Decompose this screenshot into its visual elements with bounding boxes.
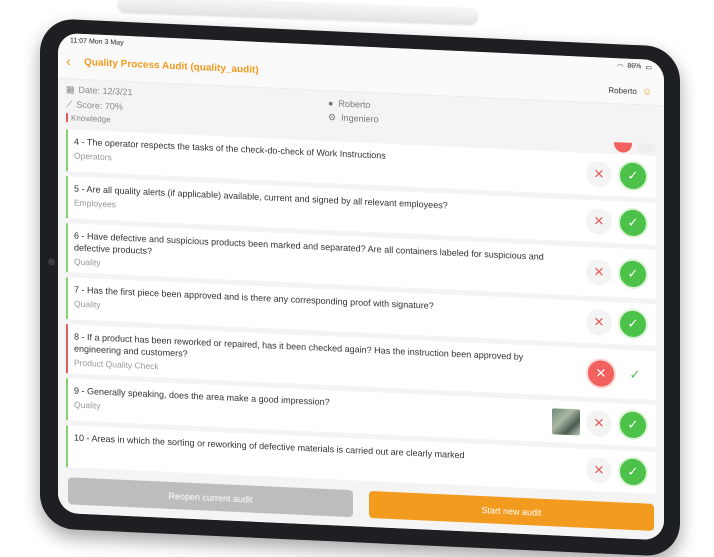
pass-button[interactable]: ✓ bbox=[622, 361, 648, 388]
close-icon: ✕ bbox=[593, 263, 605, 280]
close-icon: ✕ bbox=[593, 462, 605, 478]
front-camera bbox=[48, 258, 55, 266]
check-icon: ✓ bbox=[627, 315, 639, 332]
check-icon: ✓ bbox=[627, 167, 639, 184]
checklist[interactable]: 4 - The operator respects the tasks of t… bbox=[58, 124, 664, 496]
photo-thumbnail[interactable] bbox=[552, 408, 580, 436]
pass-button[interactable]: ✓ bbox=[618, 308, 648, 340]
status-icons: ◠ 86% ▭ bbox=[617, 62, 652, 72]
fail-button[interactable]: ✕ bbox=[586, 357, 616, 389]
tablet-device: 11:07 Mon 3 May ◠ 86% ▭ ‹ Quality Proces… bbox=[40, 18, 680, 557]
status-bar-indicator bbox=[66, 223, 68, 273]
page-title: Quality Process Audit (quality_audit) bbox=[84, 56, 259, 76]
user-menu[interactable]: Roberto ☺ bbox=[608, 85, 652, 98]
audit-score: Score: 70% bbox=[76, 99, 123, 112]
fail-button[interactable]: ✕ bbox=[586, 409, 612, 437]
chart-icon: ⟋ bbox=[66, 99, 73, 110]
check-icon: ✓ bbox=[629, 366, 641, 382]
check-icon: ✓ bbox=[627, 463, 639, 480]
status-time-date: 11:07 Mon 3 May bbox=[70, 37, 124, 47]
close-icon: ✕ bbox=[593, 415, 605, 431]
wifi-icon: ◠ bbox=[617, 62, 624, 70]
battery-icon: ▭ bbox=[645, 63, 652, 72]
auditor-role: Ingeniero bbox=[341, 112, 379, 125]
status-bar-indicator bbox=[66, 176, 68, 219]
close-icon: ✕ bbox=[593, 213, 605, 229]
close-icon: ✕ bbox=[593, 166, 605, 182]
user-icon: ☺ bbox=[641, 86, 652, 98]
fail-button[interactable]: ✕ bbox=[586, 160, 612, 188]
status-bar-indicator bbox=[66, 378, 68, 421]
app-screen: 11:07 Mon 3 May ◠ 86% ▭ ‹ Quality Proces… bbox=[58, 32, 664, 541]
person-icon: ● bbox=[328, 98, 334, 109]
fail-button[interactable]: ✕ bbox=[586, 207, 612, 235]
fail-button[interactable]: ✕ bbox=[586, 456, 612, 484]
status-bar-indicator bbox=[66, 425, 68, 468]
fail-button[interactable]: ✕ bbox=[586, 258, 612, 286]
check-icon: ✓ bbox=[627, 265, 639, 281]
apple-pencil bbox=[117, 0, 479, 25]
pass-button[interactable]: ✓ bbox=[618, 456, 648, 488]
status-bar-indicator bbox=[66, 324, 68, 374]
back-chevron-icon[interactable]: ‹ bbox=[66, 53, 71, 70]
auditor-name: Roberto bbox=[338, 98, 371, 111]
pass-button[interactable]: ✓ bbox=[618, 409, 648, 441]
previous-item-category: Knowledge bbox=[66, 113, 111, 125]
start-new-audit-button[interactable]: Start new audit bbox=[369, 490, 654, 531]
fail-button[interactable]: ✕ bbox=[586, 308, 612, 336]
close-icon: ✕ bbox=[593, 314, 605, 330]
close-icon: ✕ bbox=[595, 364, 607, 381]
pass-button[interactable]: ✓ bbox=[618, 207, 648, 239]
battery-percent: 86% bbox=[627, 62, 642, 71]
pass-button[interactable]: ✓ bbox=[618, 160, 648, 192]
role-icon: ⚙ bbox=[328, 112, 337, 123]
status-bar-indicator bbox=[66, 129, 68, 172]
reopen-audit-button[interactable]: Reopen current audit bbox=[68, 477, 353, 518]
calendar-icon: ▦ bbox=[66, 84, 75, 95]
user-name: Roberto bbox=[608, 85, 637, 97]
check-icon: ✓ bbox=[627, 416, 639, 433]
check-icon: ✓ bbox=[627, 214, 639, 231]
pass-button[interactable]: ✓ bbox=[618, 257, 648, 290]
status-bar-indicator bbox=[66, 277, 68, 320]
